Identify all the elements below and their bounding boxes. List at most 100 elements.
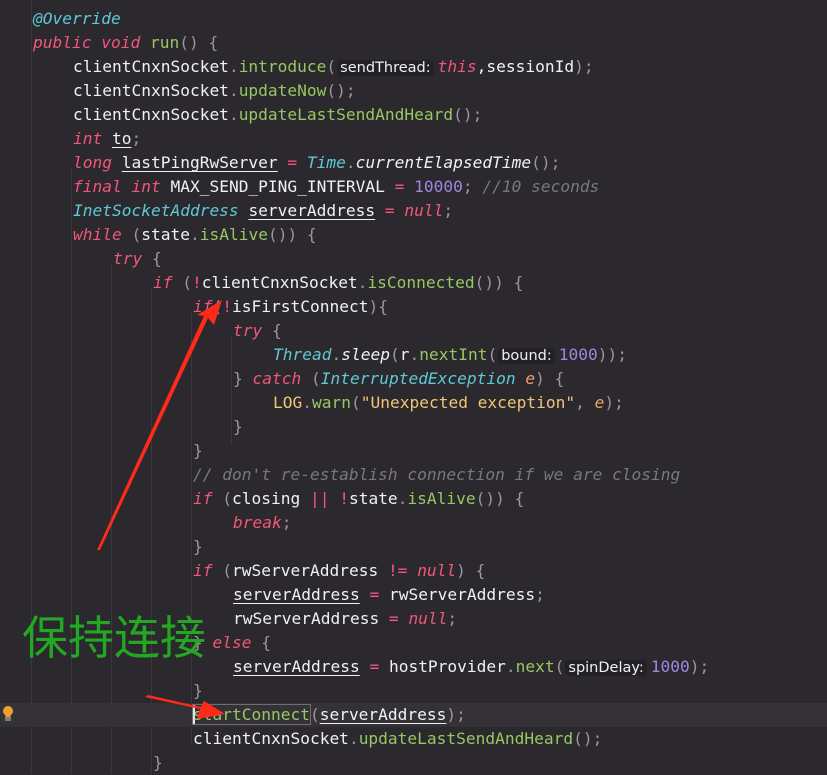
code-line[interactable]: clientCnxnSocket.updateLastSendAndHeard(… <box>0 727 827 751</box>
code-line[interactable]: } <box>0 751 827 775</box>
code-text: try { <box>113 247 162 271</box>
code-token: serverAddress <box>233 585 360 604</box>
code-text: } <box>153 751 163 775</box>
code-token: int <box>73 129 112 148</box>
code-token: if <box>193 297 213 316</box>
code-text: rwServerAddress = null; <box>233 607 457 631</box>
code-token: = <box>277 153 307 172</box>
code-token: ; <box>535 585 545 604</box>
code-line-current[interactable]: startConnect(serverAddress); <box>0 703 827 727</box>
code-token: next <box>515 657 555 676</box>
code-text: public void run() { <box>33 31 218 55</box>
code-line[interactable]: serverAddress = rwServerAddress; <box>0 583 827 607</box>
code-token: r <box>399 345 410 364</box>
code-token: ); <box>446 705 466 724</box>
code-token: } <box>193 537 203 556</box>
code-token: rwServerAddress <box>233 609 380 628</box>
code-token: )); <box>597 345 627 364</box>
code-line[interactable]: InetSocketAddress serverAddress = null; <box>0 199 827 223</box>
code-token: isConnected <box>367 273 475 292</box>
code-token: . <box>397 489 408 508</box>
code-text: // don't re-establish connection if we a… <box>193 463 680 487</box>
code-text: if (rwServerAddress != null) { <box>193 559 485 583</box>
code-token: { <box>261 633 271 652</box>
code-line[interactable]: int to; <box>0 127 827 151</box>
code-line[interactable]: try { <box>0 247 827 271</box>
code-line[interactable]: public void run() { <box>0 31 827 55</box>
code-text: Thread.sleep(r.nextInt(bound: 1000)); <box>273 343 627 368</box>
parameter-hint: sendThread: <box>337 60 434 76</box>
code-line[interactable]: clientCnxnSocket.updateLastSendAndHeard(… <box>0 103 827 127</box>
code-token: serverAddress <box>319 705 447 724</box>
code-token: . <box>189 225 200 244</box>
code-token: currentElapsedTime <box>355 153 532 172</box>
code-line[interactable]: } catch (InterruptedException e) { <box>0 367 827 391</box>
code-token: e <box>594 393 605 412</box>
code-token: ) { <box>456 561 486 580</box>
code-token: ()) { <box>474 273 524 292</box>
code-text: startConnect(serverAddress); <box>192 703 466 727</box>
code-token: = <box>359 657 389 676</box>
code-token: . <box>228 57 239 76</box>
code-line[interactable]: } <box>0 415 827 439</box>
code-line[interactable]: Thread.sleep(r.nextInt(bound: 1000)); <box>0 343 827 367</box>
code-token: ! <box>192 273 202 292</box>
code-token: 1000 <box>650 657 690 676</box>
code-token: updateNow <box>238 81 327 100</box>
code-token: closing <box>232 489 310 508</box>
code-line[interactable]: clientCnxnSocket.introduce(sendThread: th… <box>0 55 827 79</box>
code-token: 1000 <box>558 345 598 364</box>
code-token: ( <box>554 657 565 676</box>
code-token: } <box>233 417 243 436</box>
code-line[interactable]: } <box>0 679 827 703</box>
code-token: ()) { <box>475 489 525 508</box>
code-token: while <box>73 225 132 244</box>
code-token: clientCnxnSocket <box>201 273 358 292</box>
code-token: catch <box>252 369 311 388</box>
code-token: clientCnxnSocket <box>193 729 349 748</box>
code-token: null <box>408 609 448 628</box>
lightbulb-icon[interactable] <box>2 705 14 721</box>
code-token: ( <box>222 561 232 580</box>
code-line[interactable]: if (closing || !state.isAlive()) { <box>0 487 827 511</box>
code-text: } <box>233 415 243 439</box>
code-token: , <box>575 393 595 412</box>
code-text: while (state.isAlive()) { <box>73 223 317 247</box>
code-token: serverAddress <box>248 201 376 220</box>
code-token: (); <box>573 729 603 748</box>
code-line[interactable]: if (!clientCnxnSocket.isConnected()) { <box>0 271 827 295</box>
code-token: } <box>193 441 203 460</box>
code-line[interactable]: LOG.warn("Unexpected exception", e); <box>0 391 827 415</box>
code-token: // don't re-establish connection if we a… <box>193 465 681 484</box>
code-line[interactable]: @Override <box>0 7 827 31</box>
code-token: @Override <box>33 9 121 28</box>
code-line[interactable]: } <box>0 439 827 463</box>
annotation-label: 保持连接 <box>22 611 206 665</box>
code-token: public void <box>33 33 150 52</box>
code-line[interactable]: clientCnxnSocket.updateNow(); <box>0 79 827 103</box>
code-line[interactable]: // don't re-establish connection if we a… <box>0 463 827 487</box>
code-token: ){ <box>368 297 388 316</box>
code-token: clientCnxnSocket <box>73 57 229 76</box>
code-line[interactable]: } <box>0 535 827 559</box>
code-line[interactable]: break; <box>0 511 827 535</box>
code-token: warn <box>312 393 351 412</box>
code-token: else <box>212 633 262 652</box>
code-line[interactable]: long lastPingRwServer = Time.currentElap… <box>0 151 827 175</box>
code-token: ()) { <box>267 225 317 244</box>
code-token: updateLastSendAndHeard <box>358 729 574 748</box>
code-text: int to; <box>73 127 141 151</box>
code-line[interactable]: final int MAX_SEND_PING_INTERVAL = 10000… <box>0 175 827 199</box>
code-token: != <box>387 561 418 580</box>
code-line[interactable]: while (state.isAlive()) { <box>0 223 827 247</box>
code-line[interactable]: if(!isFirstConnect){ <box>0 295 827 319</box>
code-token: break <box>233 513 282 532</box>
code-token: ( <box>326 57 337 76</box>
code-line[interactable]: try { <box>0 319 827 343</box>
code-editor[interactable]: @Override public void run() {clientCnxnSo… <box>0 0 827 774</box>
code-token: hostProvider <box>388 657 506 676</box>
code-token: = <box>359 585 389 604</box>
code-token: try <box>113 249 152 268</box>
code-token: ; <box>462 177 483 196</box>
code-line[interactable]: if (rwServerAddress != null) { <box>0 559 827 583</box>
